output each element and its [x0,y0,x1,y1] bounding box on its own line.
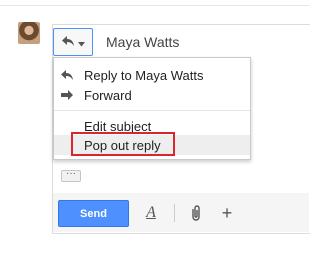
reply-icon [61,35,75,50]
show-trimmed-content-button[interactable]: ··· [61,169,81,182]
toolbar-divider [174,204,175,222]
chevron-down-icon [78,35,85,50]
menu-divider [54,110,250,111]
menu-item-forward[interactable]: Forward [54,85,250,105]
sender-avatar [18,22,40,44]
menu-item-label: Reply to Maya Watts [84,67,204,83]
send-button[interactable]: Send [58,200,129,227]
top-divider [0,5,309,6]
paperclip-icon[interactable] [189,204,203,222]
forward-icon [60,88,78,102]
reply-type-menu: Reply to Maya Watts Forward Edit subject… [53,57,251,160]
text-format-icon[interactable]: A [144,203,158,223]
reply-type-button[interactable] [53,28,93,56]
menu-item-reply[interactable]: Reply to Maya Watts [54,65,250,85]
menu-item-label: Forward [84,87,132,103]
menu-item-edit-subject[interactable]: Edit subject [54,116,250,136]
recipient-name[interactable]: Maya Watts [106,34,179,50]
menu-item-label: Edit subject [84,118,152,134]
menu-item-label: Pop out reply [84,137,161,153]
menu-item-pop-out-reply[interactable]: Pop out reply [54,135,250,155]
plus-icon[interactable]: + [220,203,234,223]
reply-icon [60,68,78,82]
